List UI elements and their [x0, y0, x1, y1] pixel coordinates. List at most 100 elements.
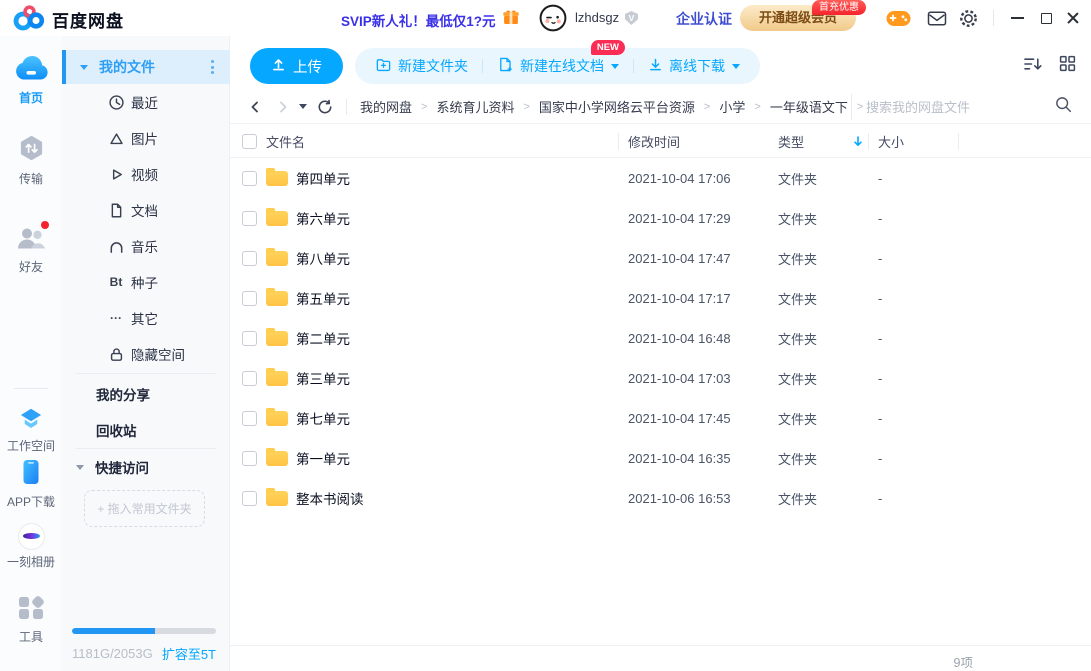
sidebar-item-quick-access[interactable]: 快捷访问 — [62, 452, 230, 482]
new-feature-badge: NEW — [591, 40, 625, 55]
column-header-modified[interactable]: 修改时间 — [628, 125, 680, 158]
column-header-type[interactable]: 类型 — [778, 125, 804, 158]
sidebar-item-my-files[interactable]: 我的文件 — [62, 50, 230, 84]
search-input[interactable] — [866, 100, 1054, 115]
history-dropdown-icon[interactable] — [299, 104, 307, 109]
row-checkbox[interactable] — [242, 411, 257, 426]
refresh-icon[interactable] — [317, 99, 333, 115]
row-checkbox[interactable] — [242, 371, 257, 386]
breadcrumb-separator: > — [523, 101, 529, 113]
row-checkbox[interactable] — [242, 331, 257, 346]
breadcrumb-item[interactable]: 一年级语文下 — [770, 97, 848, 116]
sidebar-item-videos[interactable]: 视频 — [62, 156, 230, 192]
back-icon[interactable] — [248, 100, 262, 114]
sort-descending-icon[interactable] — [852, 125, 864, 158]
new-folder-button[interactable]: 新建文件夹 — [375, 56, 468, 76]
file-type: 文件夹 — [778, 238, 817, 278]
search-icon[interactable] — [1054, 95, 1073, 119]
row-checkbox[interactable] — [242, 211, 257, 226]
storage-progress-bar[interactable] — [72, 628, 216, 634]
file-name[interactable]: 第四单元 — [296, 158, 350, 198]
sidebar-item-label: 最近 — [131, 92, 158, 112]
sidebar-item-hidden-space[interactable]: 隐藏空间 — [62, 336, 230, 372]
rail-item-friends[interactable]: 好友 — [0, 224, 62, 275]
file-type: 文件夹 — [778, 398, 817, 438]
row-checkbox[interactable] — [242, 451, 257, 466]
username[interactable]: lzhdsgz — [575, 10, 619, 25]
table-row[interactable]: 第四单元 2021-10-04 17:06 文件夹 - — [230, 158, 1091, 198]
column-header-size[interactable]: 大小 — [878, 125, 904, 158]
upload-button[interactable]: 上传 — [250, 48, 343, 84]
file-name[interactable]: 第八单元 — [296, 238, 350, 278]
storage-progress-fill — [72, 628, 155, 634]
file-name[interactable]: 整本书阅读 — [296, 478, 364, 518]
sidebar-item-recent[interactable]: 最近 — [62, 84, 230, 120]
table-row[interactable]: 第一单元 2021-10-04 16:35 文件夹 - — [230, 438, 1091, 478]
file-name[interactable]: 第二单元 — [296, 318, 350, 358]
breadcrumb-item[interactable]: 我的网盘 — [360, 97, 412, 116]
game-icon[interactable] — [886, 9, 911, 32]
column-header-name[interactable]: 文件名 — [266, 125, 305, 158]
grid-view-icon[interactable] — [1058, 54, 1077, 79]
sidebar-divider — [76, 448, 216, 449]
enterprise-auth-link[interactable]: 企业认证 — [676, 9, 732, 29]
table-row[interactable]: 第六单元 2021-10-04 17:29 文件夹 - — [230, 198, 1091, 238]
file-name[interactable]: 第三单元 — [296, 358, 350, 398]
sort-order-icon[interactable] — [1022, 54, 1043, 79]
select-all-checkbox[interactable] — [242, 134, 257, 149]
table-row[interactable]: 第七单元 2021-10-04 17:45 文件夹 - — [230, 398, 1091, 438]
row-checkbox[interactable] — [242, 491, 257, 506]
maximize-button[interactable] — [1037, 9, 1055, 27]
table-row[interactable]: 第三单元 2021-10-04 17:03 文件夹 - — [230, 358, 1091, 398]
file-name[interactable]: 第五单元 — [296, 278, 350, 318]
row-checkbox[interactable] — [242, 171, 257, 186]
file-name[interactable]: 第六单元 — [296, 198, 350, 238]
sidebar-item-others[interactable]: ··· 其它 — [62, 300, 230, 336]
offline-download-button[interactable]: 离线下载 — [648, 56, 740, 76]
expand-storage-link[interactable]: 扩容至5T — [162, 644, 216, 663]
vip-badge-icon[interactable]: V — [623, 10, 640, 31]
more-options-icon[interactable] — [211, 60, 214, 74]
file-type: 文件夹 — [778, 158, 817, 198]
file-name[interactable]: 第一单元 — [296, 438, 350, 478]
user-avatar[interactable] — [539, 4, 567, 32]
settings-gear-icon[interactable] — [959, 9, 978, 33]
column-divider — [868, 133, 869, 150]
first-charge-badge: 首充优惠 — [812, 0, 866, 15]
rail-item-workspace[interactable]: 工作空间 — [0, 402, 62, 454]
breadcrumb-item[interactable]: 小学 — [719, 97, 745, 116]
rail-item-home[interactable]: 首页 — [0, 54, 62, 106]
sidebar-item-recycle-bin[interactable]: 回收站 — [62, 414, 230, 446]
mail-icon[interactable] — [927, 10, 947, 32]
rail-item-album[interactable]: 一刻相册 — [0, 522, 62, 570]
sidebar-item-documents[interactable]: 文档 — [62, 192, 230, 228]
file-name[interactable]: 第七单元 — [296, 398, 350, 438]
drag-favorite-folder-dropzone[interactable]: + 拖入常用文件夹 — [84, 490, 205, 527]
rail-item-tools[interactable]: 工具 — [0, 594, 62, 645]
table-row[interactable]: 整本书阅读 2021-10-06 16:53 文件夹 - — [230, 478, 1091, 518]
table-row[interactable]: 第五单元 2021-10-04 17:17 文件夹 - — [230, 278, 1091, 318]
rail-item-transfer[interactable]: 传输 — [0, 134, 62, 187]
forward-icon[interactable] — [276, 100, 290, 114]
document-icon — [107, 202, 125, 219]
breadcrumb-item[interactable]: 国家中小学网络云平台资源 — [539, 97, 695, 116]
svip-promo-link[interactable]: SVIP新人礼！最低仅1?元 — [341, 10, 496, 30]
table-row[interactable]: 第二单元 2021-10-04 16:48 文件夹 - — [230, 318, 1091, 358]
sidebar-item-torrents[interactable]: Bt 种子 — [62, 264, 230, 300]
row-checkbox[interactable] — [242, 251, 257, 266]
minimize-button[interactable] — [1008, 9, 1026, 27]
gift-icon[interactable] — [502, 8, 520, 31]
new-online-doc-label: 新建在线文档 — [520, 56, 604, 76]
lock-icon — [107, 346, 125, 363]
file-type: 文件夹 — [778, 198, 817, 238]
row-checkbox[interactable] — [242, 291, 257, 306]
rail-item-app-download[interactable]: APP下载 — [0, 458, 62, 510]
sidebar-item-pictures[interactable]: 图片 — [62, 120, 230, 156]
sidebar-item-music[interactable]: 音乐 — [62, 228, 230, 264]
sidebar-item-my-share[interactable]: 我的分享 — [62, 378, 230, 410]
new-online-doc-button[interactable]: NEW 新建在线文档 — [497, 56, 619, 76]
close-button[interactable] — [1064, 9, 1082, 27]
table-row[interactable]: 第八单元 2021-10-04 17:47 文件夹 - — [230, 238, 1091, 278]
file-size: - — [878, 198, 882, 238]
breadcrumb-item[interactable]: 系统育儿资料 — [436, 97, 514, 116]
